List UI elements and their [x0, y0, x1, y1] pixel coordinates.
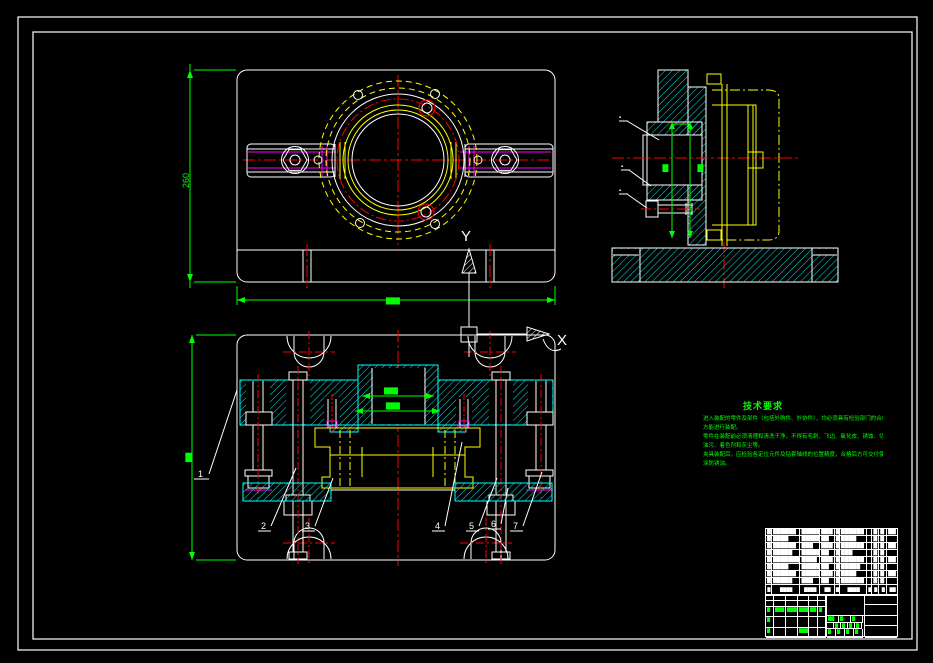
tech-requirements: 技术要求 进入装配的零件及部件（包括外购件、外协件），均必须具有检验部门的合格证… [703, 399, 883, 469]
title-block: ███████████████████ ████████████ [765, 594, 898, 638]
dim-top-height: 260 [181, 173, 191, 188]
balloon-2: 2 [261, 521, 266, 531]
balloon-3: 3 [305, 521, 310, 531]
ucs-icon [460, 247, 562, 357]
tech-requirements-line: 夹具装配后，应检验各定位元件及钻套轴线的位置精度，合格后方可交付使用。 [703, 452, 883, 458]
tech-requirements-line: 方能进行装配。 [703, 425, 742, 431]
axis-label-x: X [557, 332, 567, 349]
balloon-5: 5 [469, 521, 474, 531]
balloon-6: 6 [491, 519, 496, 529]
dim-top-width: ███ [385, 297, 400, 305]
dim-bore-top: ███ [383, 387, 398, 395]
tech-requirements-line: 进入装配的零件及部件（包括外购件、外协件），均必须具有检验部门的合格证 [703, 416, 883, 422]
titleblock-left-grid: ███████████████████ [766, 595, 826, 638]
dim-front-height: ██ [185, 452, 193, 463]
dim-bore-bottom: ███ [385, 402, 400, 410]
bom-table: █ ██████ █████ ███ █ ██████ █ █ ██ █ ████ ████ ██ █ ██… [765, 528, 898, 596]
top-view [236, 69, 556, 288]
dim-side-left: ██ [662, 164, 669, 173]
side-callout-2: ▪ [621, 164, 623, 170]
front-view [194, 330, 556, 566]
balloon-4: 4 [435, 521, 440, 531]
tech-requirements-line: 零件在装配前必须清理和清洗干净，不得有毛刺、飞边、氧化皮、锈蚀、切屑、 [703, 434, 883, 440]
balloon-7: 7 [513, 521, 518, 531]
side-view [611, 69, 839, 288]
side-callout-1: ▪ [619, 115, 621, 121]
tech-requirements-line: 油污、着色剂和灰尘等。 [703, 443, 764, 449]
axis-label-y: Y [461, 228, 471, 245]
side-callout-3: ▪ [619, 188, 621, 194]
tech-requirements-line: 涂防锈油。 [703, 461, 731, 467]
balloon-1: 1 [198, 469, 203, 479]
titleblock-middle: ██ █ █ █ █ █ █ █ █ █ █ [826, 595, 864, 638]
dim-side-right: ██ [697, 164, 704, 173]
drawing-sheet[interactable]: 260 ███ ██ ██ ▪ ▪ ▪ ██ ███ ███ 1 2 3 4 5… [0, 0, 933, 663]
titleblock-right [864, 595, 897, 638]
tech-requirements-title: 技术要求 [743, 401, 784, 411]
